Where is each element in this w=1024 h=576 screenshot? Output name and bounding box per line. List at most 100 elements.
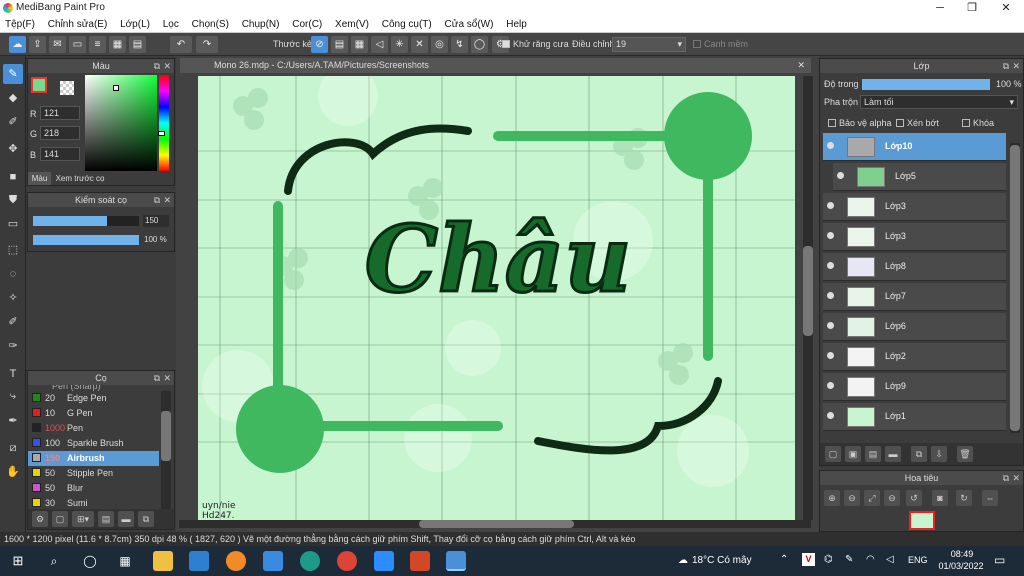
ruler-lines-icon[interactable]: ▤ (331, 36, 348, 53)
lasso-tool-icon[interactable]: ◌ (3, 264, 23, 284)
ruler-off-icon[interactable]: ⊘ (311, 36, 328, 53)
g-value-field[interactable]: 218 (40, 126, 80, 140)
minimize-button[interactable]: ─ (924, 0, 956, 17)
layer-opacity-slider[interactable] (862, 79, 990, 90)
r-value-field[interactable]: 121 (40, 106, 80, 120)
menu-tools[interactable]: Công cụ(T) (377, 17, 437, 30)
eye-icon[interactable] (827, 352, 834, 359)
vertical-scrollbar[interactable] (803, 76, 813, 520)
b-value-field[interactable]: 141 (40, 147, 80, 161)
layer-row[interactable]: Lớp8 (823, 253, 1006, 281)
zoom-minus-icon[interactable]: ⊖ (884, 490, 900, 506)
eye-icon[interactable] (827, 382, 834, 389)
brush-item[interactable]: 20 Edge Pen (28, 391, 159, 406)
layer-row[interactable]: Lớp6 (823, 313, 1006, 341)
menu-layer[interactable]: Lớp(L) (115, 17, 155, 30)
document-tab[interactable]: Mono 26.mdp - C:/Users/A.TAM/Pictures/Sc… (180, 58, 811, 73)
ruler-grid-icon[interactable]: ▦ (351, 36, 368, 53)
medibang-taskbar-icon[interactable] (446, 551, 466, 571)
close-panel-icon[interactable]: ✕ (163, 371, 171, 385)
vivaldi-tray-icon[interactable]: V (802, 553, 815, 566)
pen-icon[interactable]: ✎ (845, 554, 853, 565)
brush-size-slider[interactable] (33, 216, 139, 226)
eye-icon[interactable] (827, 292, 834, 299)
menu-help[interactable]: Help (501, 17, 532, 30)
comment-icon[interactable]: ✉ (49, 36, 66, 53)
tab-color[interactable]: Màu (28, 172, 51, 185)
undock-icon[interactable]: ⧉ (1003, 471, 1009, 485)
antialias-checkbox[interactable]: Khử răng cưa (502, 39, 569, 49)
ruler-cross-icon[interactable]: ✕ (411, 36, 428, 53)
undo-icon[interactable]: ↶ (170, 36, 192, 53)
zoom-icon[interactable] (374, 551, 394, 571)
tab-brush-preview[interactable]: Xem trước cọ (52, 172, 108, 185)
ruler-circle-icon[interactable]: ◎ (431, 36, 448, 53)
close-panel-icon[interactable]: ✕ (163, 193, 171, 207)
protect-alpha-checkbox[interactable]: Bảo vệ alpha (828, 118, 892, 128)
text-tool-icon[interactable]: T (3, 364, 23, 384)
menu-select[interactable]: Chọn(S) (187, 17, 234, 30)
brush-item[interactable]: 50 Stipple Pen (28, 466, 159, 481)
operation-tool-icon[interactable]: ⤷ (3, 386, 23, 406)
brush-list-scrollbar[interactable] (161, 391, 171, 509)
ruler-curve-icon[interactable]: ↯ (451, 36, 468, 53)
language-indicator[interactable]: ENG (908, 555, 928, 565)
eye-icon[interactable] (827, 142, 834, 149)
close-panel-icon[interactable]: ✕ (163, 59, 171, 73)
select-rect-tool-icon[interactable]: ⬚ (3, 240, 23, 260)
windows-start-icon[interactable]: ⊞ (8, 551, 28, 571)
page-icon[interactable]: ▭ (69, 36, 86, 53)
trash-icon[interactable]: 🗑 (957, 446, 973, 462)
navigator-thumbnail[interactable] (909, 511, 935, 530)
eye-icon[interactable] (827, 262, 834, 269)
store-icon[interactable] (263, 551, 283, 571)
undock-icon[interactable]: ⧉ (154, 193, 160, 207)
correction-select[interactable]: 19 ▾ (612, 37, 686, 52)
notification-icon[interactable]: ▭ (994, 553, 1005, 567)
menu-file[interactable]: Tệp(F) (0, 17, 40, 30)
brush-item[interactable]: 50 Blur (28, 481, 159, 496)
layer-row[interactable]: Lớp3 (823, 223, 1006, 251)
speaker-icon[interactable]: ◁ (886, 554, 894, 565)
new-brush-icon[interactable]: ▢ (52, 511, 68, 527)
brush-item[interactable]: 100 Sparkle Brush (28, 436, 159, 451)
ruler-radial-icon[interactable]: ✳ (391, 36, 408, 53)
eye-icon[interactable] (827, 232, 834, 239)
close-panel-icon[interactable]: ✕ (1012, 471, 1020, 485)
layer-row[interactable]: Lớp10 (823, 133, 1006, 161)
transparent-color-swatch[interactable] (60, 81, 74, 95)
eyedropper-tool-icon[interactable]: ✒ (3, 411, 23, 431)
layer-row[interactable]: Lớp5 (833, 163, 1006, 191)
folder-icon[interactable]: ▬ (118, 511, 134, 527)
weather-text[interactable]: 18°C Có mây (692, 555, 752, 566)
network-icon[interactable]: ⌬ (824, 554, 833, 565)
menu-view[interactable]: Xem(V) (330, 17, 374, 30)
close-tab-icon[interactable]: ✕ (797, 58, 805, 73)
new-halftone-layer-icon[interactable]: ▣ (845, 446, 861, 462)
vertical-scroll-thumb[interactable] (803, 246, 813, 336)
zoom-out-icon[interactable]: ⊖ (844, 490, 860, 506)
layer-row[interactable]: Lớp9 (823, 373, 1006, 401)
file-explorer-icon[interactable] (153, 551, 173, 571)
layer-row[interactable]: Lớp7 (823, 283, 1006, 311)
brush-size-value[interactable]: 150 (143, 215, 169, 227)
tiles-icon[interactable]: ▤ (129, 36, 146, 53)
gradient-tool-icon[interactable]: ▭ (3, 214, 23, 234)
powerpoint-icon[interactable] (410, 551, 430, 571)
brush-opacity-slider[interactable] (33, 235, 139, 245)
brush-item[interactable]: 10 G Pen (28, 406, 159, 421)
mail-icon[interactable] (189, 551, 209, 571)
ruler-ellipse-icon[interactable]: ◯ (471, 36, 488, 53)
duplicate-layer-icon[interactable]: ⧉ (911, 446, 927, 462)
layer-list-scrollbar[interactable] (1010, 143, 1020, 433)
hue-slider[interactable] (159, 75, 169, 171)
eye-icon[interactable] (837, 172, 844, 179)
color-picker-square[interactable] (85, 75, 157, 171)
clock-time[interactable]: 08:49 (942, 549, 982, 559)
menu-snap[interactable]: Chụp(N) (237, 17, 285, 30)
fit-icon[interactable]: ⤢ (864, 490, 880, 506)
search-icon[interactable]: ⌕ (44, 551, 64, 571)
menu-edit[interactable]: Chỉnh sửa(E) (43, 17, 113, 30)
horizontal-scroll-thumb[interactable] (419, 520, 574, 528)
duplicate-icon[interactable]: ⧉ (138, 511, 154, 527)
